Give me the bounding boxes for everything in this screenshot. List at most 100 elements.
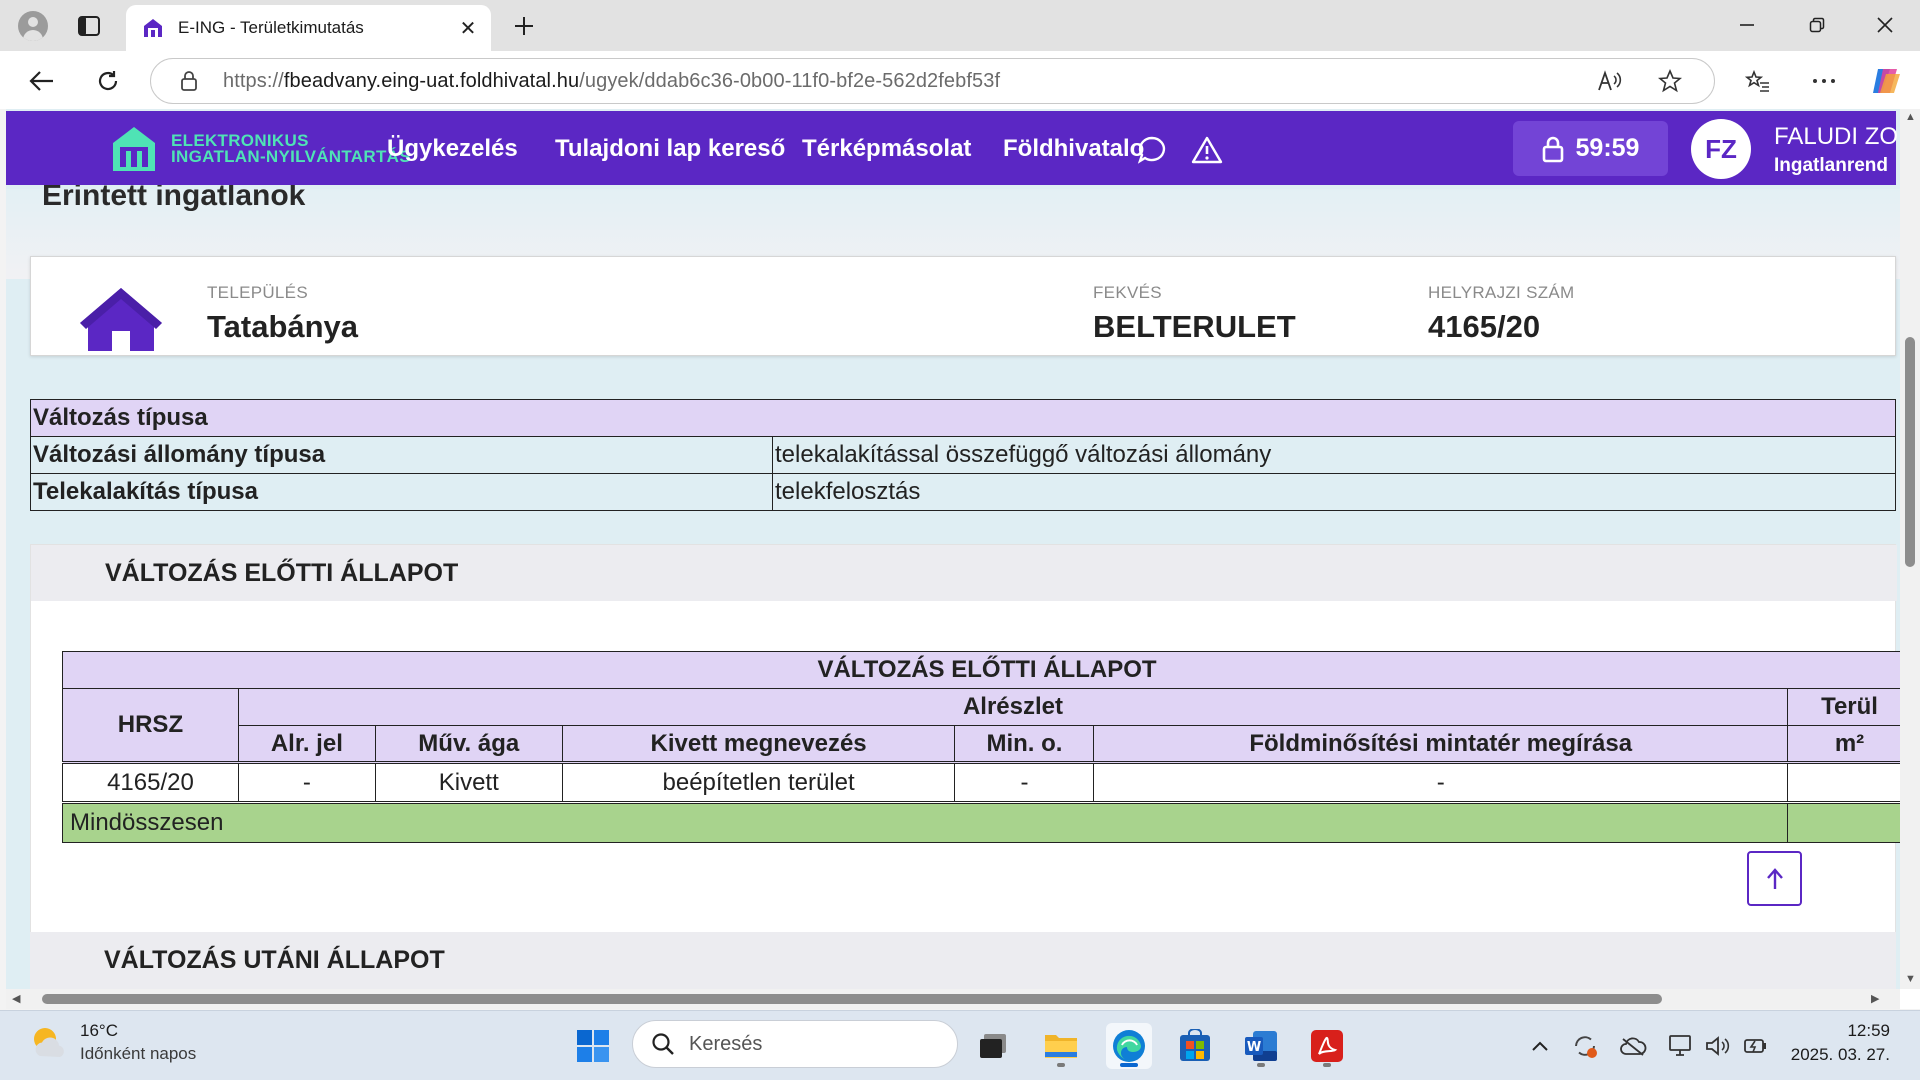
tray-network-icon[interactable] bbox=[1667, 1032, 1695, 1060]
tab-actions-button[interactable] bbox=[72, 11, 106, 41]
tab-close-icon[interactable]: ✕ bbox=[453, 13, 483, 43]
app-header: ELEKTRONIKUS INGATLAN-NYILVÁNTARTÁS Ügyk… bbox=[6, 111, 1898, 185]
tab-actions-icon bbox=[78, 16, 100, 36]
settlement-label: TELEPÜLÉS bbox=[207, 283, 308, 302]
logo-house-icon bbox=[113, 127, 155, 171]
scroll-left-arrow-icon[interactable]: ◀ bbox=[12, 992, 20, 1005]
tray-onedrive-icon[interactable] bbox=[1619, 1032, 1647, 1060]
chat-button[interactable] bbox=[1135, 133, 1169, 167]
search-placeholder: Keresés bbox=[689, 1032, 763, 1055]
tray-sync-icon[interactable] bbox=[1571, 1032, 1599, 1060]
logo-text: ELEKTRONIKUS INGATLAN-NYILVÁNTARTÁS bbox=[171, 132, 411, 165]
user-name[interactable]: FALUDI ZO bbox=[1774, 123, 1898, 151]
edge-browser-icon bbox=[1113, 1030, 1145, 1062]
scroll-down-arrow-icon[interactable]: ▼ bbox=[1905, 973, 1916, 985]
scroll-to-top-button[interactable] bbox=[1747, 851, 1802, 906]
horizontal-scroll-thumb[interactable] bbox=[42, 994, 1662, 1004]
cell-area bbox=[1787, 761, 1912, 803]
tray-overflow-chevron-up-icon[interactable] bbox=[1526, 1032, 1554, 1060]
taskbar-clock[interactable]: 12:59 2025. 03. 27. bbox=[1790, 1021, 1890, 1065]
weather-description: Időnként napos bbox=[80, 1044, 197, 1063]
col-kivett-megnevezes: Kivett megnevezés bbox=[561, 725, 956, 763]
house-icon bbox=[80, 288, 162, 351]
change-batch-type-value: telekalakítással összefüggő változási ál… bbox=[772, 436, 1896, 474]
nav-foldhivatalok[interactable]: Földhivatalo bbox=[1003, 135, 1144, 163]
nav-terkepmasolat[interactable]: Térképmásolat bbox=[802, 135, 971, 163]
cell-min-o: - bbox=[954, 761, 1095, 803]
clock-time: 12:59 bbox=[1847, 1021, 1890, 1040]
partly-sunny-icon bbox=[34, 1027, 64, 1057]
back-arrow-icon bbox=[29, 71, 53, 91]
taskbar-search[interactable]: Keresés bbox=[632, 1020, 958, 1068]
close-window-button[interactable] bbox=[1862, 8, 1908, 42]
task-view-button[interactable] bbox=[970, 1023, 1016, 1069]
taskbar-acrobat[interactable] bbox=[1304, 1023, 1350, 1069]
more-menu-button[interactable] bbox=[1806, 63, 1842, 99]
col-min-o: Min. o. bbox=[954, 725, 1095, 763]
taskbar-word[interactable]: W bbox=[1238, 1023, 1284, 1069]
before-state-section: VÁLTOZÁS ELŐTTI ÁLLAPOT VÁLTOZÁS ELŐTTI … bbox=[30, 544, 1912, 989]
taskbar-store[interactable] bbox=[1172, 1023, 1218, 1069]
minimize-button[interactable] bbox=[1724, 8, 1770, 42]
nav-tulajdoni-lap-kereso[interactable]: Tulajdoni lap kereső bbox=[555, 135, 785, 163]
location-label: FEKVÉS bbox=[1093, 283, 1162, 302]
eing-logo[interactable]: ELEKTRONIKUS INGATLAN-NYILVÁNTARTÁS bbox=[111, 125, 411, 173]
restore-button[interactable] bbox=[1794, 8, 1840, 42]
browser-tab-active[interactable]: E-ING - Területkimutatás ✕ bbox=[126, 5, 491, 51]
taskbar-file-explorer[interactable] bbox=[1038, 1023, 1084, 1069]
before-state-heading: VÁLTOZÁS ELŐTTI ÁLLAPOT bbox=[105, 559, 459, 587]
read-aloud-icon[interactable] bbox=[1594, 65, 1626, 97]
ellipsis-icon bbox=[1813, 79, 1835, 83]
scroll-right-arrow-icon[interactable]: ▶ bbox=[1871, 992, 1879, 1005]
browser-toolbar: https://fbeadvany.eing-uat.foldhivatal.h… bbox=[0, 51, 1920, 109]
tray-volume-icon[interactable] bbox=[1704, 1032, 1732, 1060]
col-foldminositesi-mintater: Földminősítési mintatér megírása bbox=[1093, 725, 1789, 763]
copilot-button[interactable] bbox=[1868, 63, 1904, 99]
favorite-star-icon[interactable] bbox=[1654, 65, 1686, 97]
profile-button[interactable] bbox=[14, 9, 52, 43]
lock-icon bbox=[1542, 136, 1563, 162]
favorites-button[interactable] bbox=[1740, 63, 1776, 99]
windows-start-icon bbox=[577, 1030, 609, 1062]
lock-icon[interactable] bbox=[175, 67, 203, 95]
session-timer[interactable]: 59:59 bbox=[1513, 121, 1668, 176]
change-info-table: Változás típusa Változási állomány típus… bbox=[30, 399, 1896, 511]
tray-battery-icon[interactable] bbox=[1742, 1032, 1770, 1060]
address-bar[interactable]: https://fbeadvany.eing-uat.foldhivatal.h… bbox=[150, 58, 1715, 104]
reload-button[interactable] bbox=[90, 63, 126, 99]
new-tab-button[interactable] bbox=[508, 10, 540, 42]
alert-button[interactable] bbox=[1190, 133, 1224, 167]
table-row: Változási állomány típusa telekalakításs… bbox=[30, 436, 1896, 474]
before-state-table-title: VÁLTOZÁS ELŐTTI ÁLLAPOT bbox=[62, 651, 1912, 689]
scroll-up-arrow-icon[interactable]: ▲ bbox=[1905, 111, 1916, 123]
parcel-number-value: 4165/20 bbox=[1428, 309, 1541, 344]
vertical-scrollbar[interactable]: ▲ ▼ bbox=[1900, 109, 1920, 989]
col-area-unit: m² bbox=[1787, 725, 1912, 763]
pdf-reader-icon bbox=[1311, 1030, 1343, 1062]
copilot-icon bbox=[1873, 69, 1900, 93]
url-prefix: https:// bbox=[223, 69, 284, 92]
after-state-header[interactable]: VÁLTOZÁS UTÁNI ÁLLAPOT bbox=[30, 932, 1896, 992]
page-viewport: Érintett ingatlanok ELEKTRONIKUS INGATLA… bbox=[6, 109, 1920, 1009]
table-header-row: Változás típusa bbox=[30, 399, 1896, 437]
task-view-icon bbox=[980, 1034, 1006, 1058]
browser-tab-strip: E-ING - Területkimutatás ✕ bbox=[0, 0, 1920, 51]
start-button[interactable] bbox=[570, 1023, 616, 1069]
user-avatar[interactable]: FZ bbox=[1691, 119, 1751, 179]
settlement-field: TELEPÜLÉS Tatabánya bbox=[207, 283, 358, 345]
windows-taskbar: 16°C Időnként napos Keresés W 12:59 2025… bbox=[0, 1010, 1920, 1080]
change-type-header: Változás típusa bbox=[30, 399, 1896, 437]
before-state-header[interactable]: VÁLTOZÁS ELŐTTI ÁLLAPOT bbox=[31, 545, 1897, 601]
table-subheader-row: Alr. jel Műv. ága Kivett megnevezés Min.… bbox=[63, 725, 1912, 763]
total-label: Mindösszesen bbox=[61, 801, 1789, 843]
back-button[interactable] bbox=[24, 63, 60, 99]
vertical-scroll-thumb[interactable] bbox=[1905, 337, 1915, 567]
horizontal-scrollbar[interactable]: ◀ ▶ bbox=[6, 989, 1900, 1009]
timer-value: 59:59 bbox=[1575, 134, 1640, 162]
weather-widget[interactable]: 16°C Időnként napos bbox=[28, 1021, 196, 1064]
taskbar-edge[interactable] bbox=[1106, 1023, 1152, 1069]
nav-ugykezeles[interactable]: Ügykezelés bbox=[387, 135, 518, 163]
parcel-formation-type-value: telekfelosztás bbox=[772, 473, 1896, 511]
user-role: Ingatlanrend bbox=[1774, 155, 1889, 176]
col-area: Terül bbox=[1787, 688, 1912, 726]
